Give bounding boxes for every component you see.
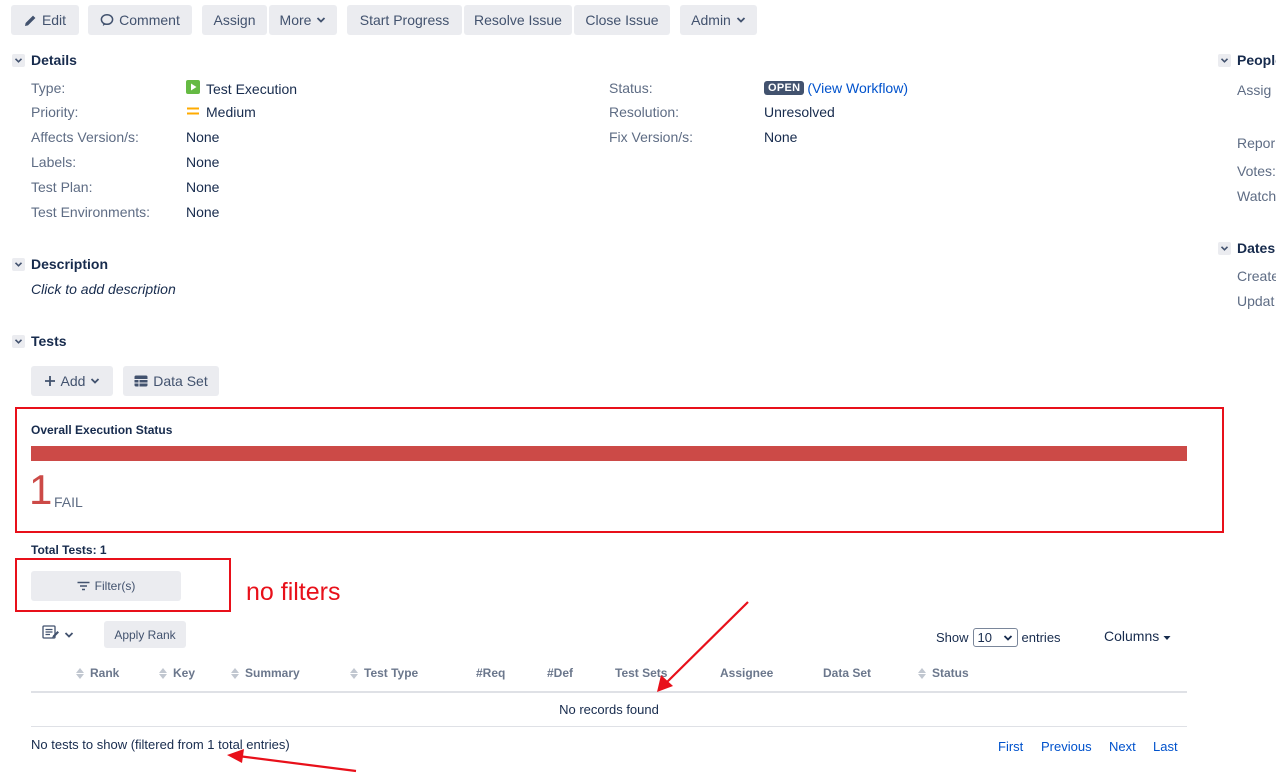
annotation-arrows <box>227 601 749 773</box>
arrow-icon <box>227 749 357 773</box>
arrow-icon <box>657 601 749 692</box>
